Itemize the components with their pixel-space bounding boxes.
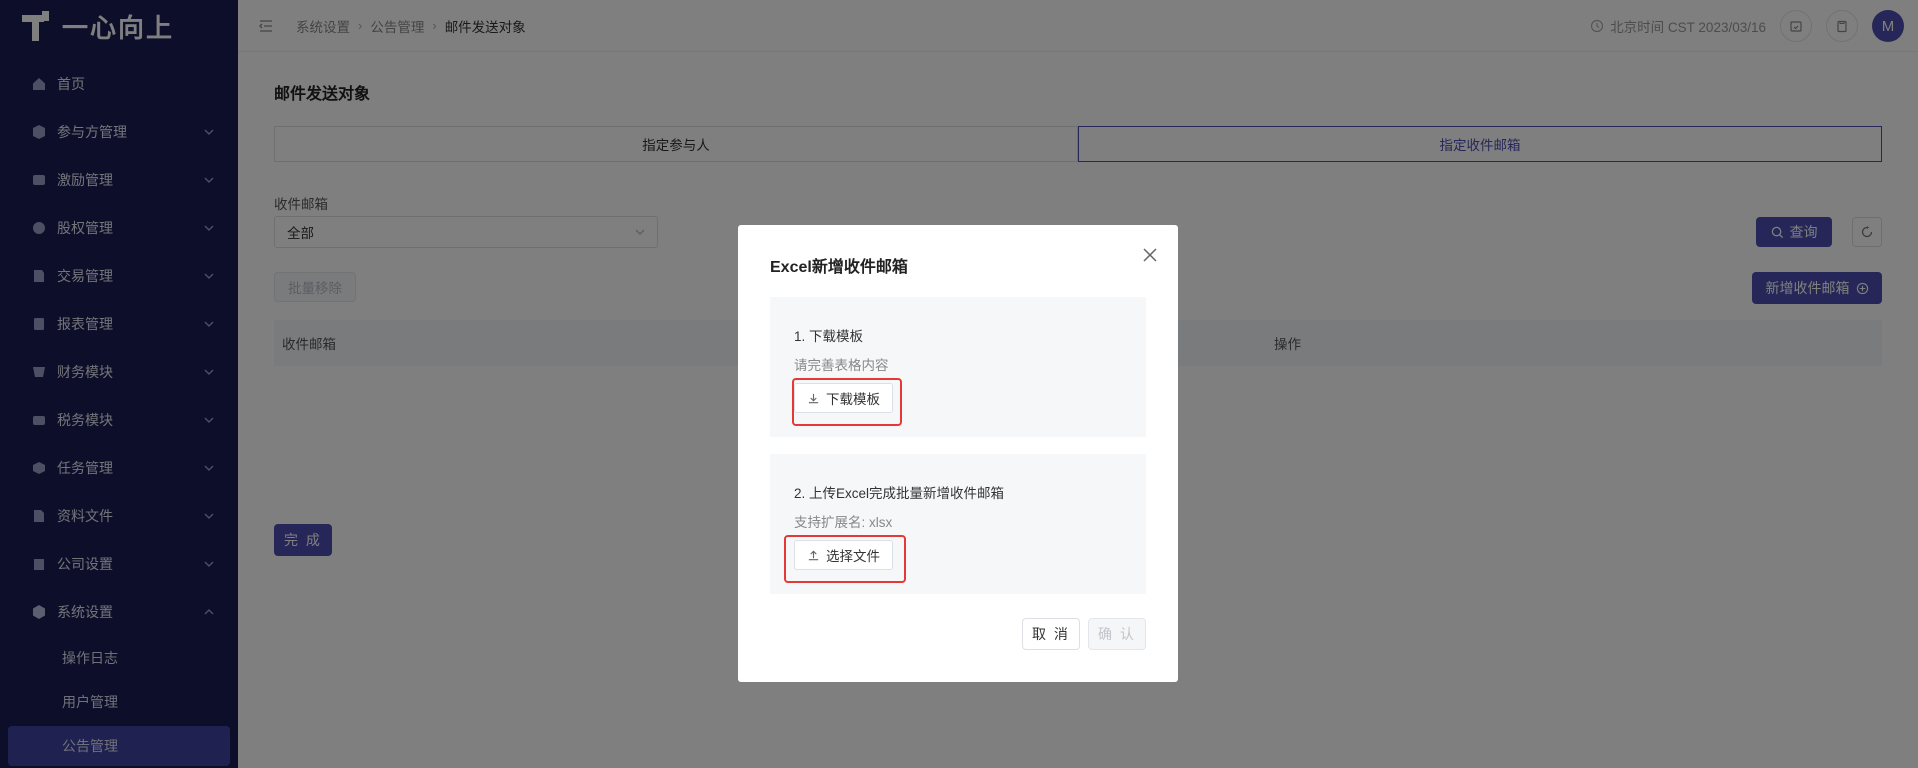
close-icon[interactable]: [1140, 245, 1160, 265]
download-template-label: 下载模板: [826, 392, 880, 407]
upload-file-step: 2. 上传Excel完成批量新增收件邮箱 支持扩展名: xlsx 选择文件: [770, 454, 1146, 594]
step-hint: 请完善表格内容: [794, 358, 889, 373]
download-template-button[interactable]: 下载模板: [794, 383, 893, 413]
dialog-footer: 取 消 确 认: [1022, 618, 1146, 650]
step-hint: 支持扩展名: xlsx: [794, 515, 893, 530]
excel-import-dialog: Excel新增收件邮箱 1. 下载模板 请完善表格内容 下载模板 2. 上传Ex…: [738, 225, 1178, 682]
download-template-step: 1. 下载模板 请完善表格内容 下载模板: [770, 297, 1146, 437]
confirm-button[interactable]: 确 认: [1088, 618, 1146, 650]
choose-file-label: 选择文件: [826, 549, 880, 564]
cancel-button[interactable]: 取 消: [1022, 618, 1080, 650]
upload-icon: [808, 550, 819, 560]
step-title: 1. 下载模板: [794, 329, 864, 344]
choose-file-button[interactable]: 选择文件: [794, 540, 893, 570]
download-icon: [808, 393, 819, 403]
step-title: 2. 上传Excel完成批量新增收件邮箱: [794, 486, 1005, 501]
dialog-title: Excel新增收件邮箱: [770, 259, 908, 276]
